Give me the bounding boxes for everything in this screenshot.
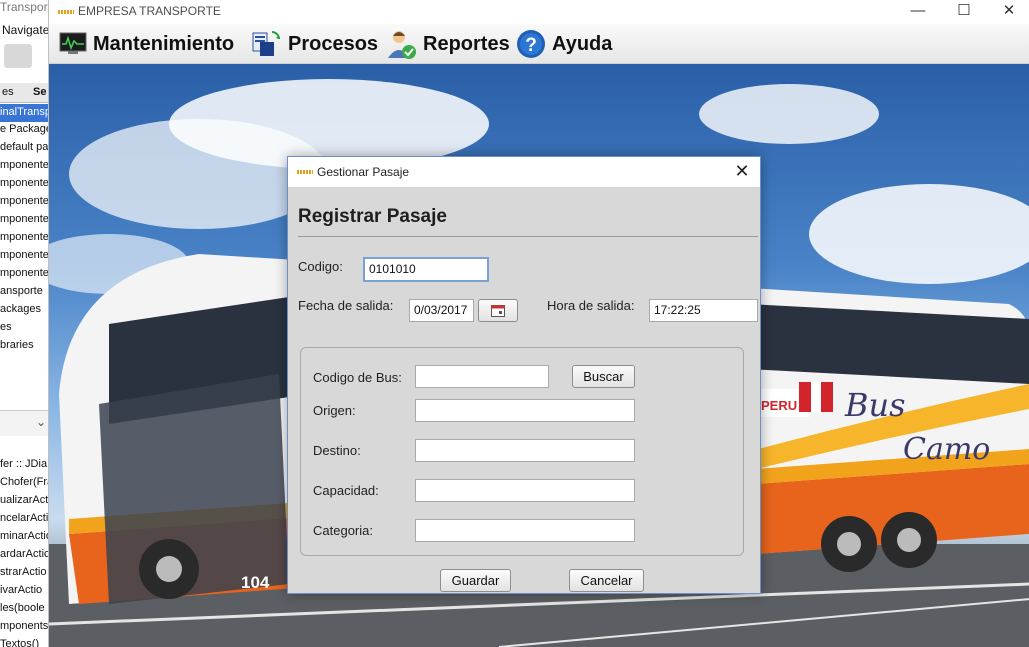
ide-nav-item[interactable]: strarActio (0, 566, 46, 578)
gestionar-pasaje-dialog: Gestionar Pasaje ✕ Registrar Pasaje Codi… (287, 156, 761, 594)
bus-script-2: Camo (903, 432, 991, 467)
dialog-title: Gestionar Pasaje (317, 165, 410, 179)
monitor-icon (59, 32, 87, 54)
close-button[interactable]: ✕ (986, 0, 1029, 24)
ide-tree-item[interactable]: inalTransp (0, 104, 48, 122)
ide-col-2: Se (33, 86, 47, 98)
hora-salida-label: Hora de salida: (547, 298, 635, 313)
ide-nav-item[interactable]: Chofer(Fra (0, 476, 48, 488)
ide-tree-item[interactable]: braries (0, 339, 34, 351)
help-icon: ? (517, 30, 545, 58)
bus-number: 104 (241, 573, 270, 592)
form-heading: Registrar Pasaje (298, 206, 447, 227)
ide-tree-item[interactable]: mponente (0, 159, 48, 171)
ide-menu-navigate[interactable]: Navigate (2, 23, 48, 37)
codigo-label: Codigo: (298, 259, 343, 274)
ide-tree-item[interactable]: mponente (0, 231, 48, 243)
ide-tree-item[interactable]: mponente (0, 195, 48, 207)
ide-tree-item[interactable]: mponente (0, 177, 48, 189)
origen-label: Origen: (313, 403, 356, 418)
ide-tree-item[interactable]: mponente (0, 249, 48, 261)
desktop: Transport Navigate es Se inalTransp e Pa… (0, 0, 1029, 647)
ide-title: Transport (0, 0, 48, 14)
ide-tree-item[interactable]: e Packages (0, 123, 48, 135)
close-icon[interactable]: ✕ (730, 160, 754, 184)
destino-input[interactable] (415, 439, 635, 462)
buscar-button[interactable]: Buscar (572, 365, 635, 388)
categoria-input[interactable] (415, 519, 635, 542)
process-sync-icon (252, 31, 280, 56)
ide-tree-item[interactable]: ansporte (0, 285, 43, 297)
menu-label: Mantenimiento (93, 32, 235, 55)
cancelar-button[interactable]: Cancelar (569, 569, 644, 592)
java-cup-icon (58, 10, 74, 14)
codigo-input[interactable]: 0101010 (363, 257, 489, 282)
ide-nav-item[interactable]: ualizarAct (0, 494, 48, 506)
ide-tree-item[interactable]: mponente (0, 267, 48, 279)
ide-nav-item[interactable]: ardarActio (0, 548, 48, 560)
minimize-button[interactable]: — (895, 0, 941, 24)
ide-tree-item[interactable]: default pa (0, 141, 48, 153)
bus-script-1: Bus (845, 386, 906, 424)
window-title: EMPRESA TRANSPORTE (78, 4, 221, 18)
user-check-icon (388, 31, 416, 59)
ide-toolbar-icon[interactable] (4, 44, 32, 68)
ide-tree-header: es Se (0, 83, 48, 103)
ide-tree-item[interactable]: mponente (0, 213, 48, 225)
menu-label: Ayuda (552, 32, 613, 55)
codigo-bus-label: Codigo de Bus: (313, 370, 402, 385)
java-cup-icon (297, 170, 313, 174)
guardar-button[interactable]: Guardar (440, 569, 511, 592)
ide-col-1: es (2, 86, 14, 98)
ide-background-panel: Transport Navigate es Se inalTransp e Pa… (0, 0, 48, 647)
categoria-label: Categoria: (313, 523, 373, 538)
date-picker-button[interactable] (478, 299, 518, 322)
menu-bar: Mantenimiento Procesos Reportes ? Ayuda (49, 24, 1029, 64)
heading-divider (298, 236, 758, 237)
bus-brand-text: PERU (761, 398, 798, 413)
capacidad-label: Capacidad: (313, 483, 379, 498)
ide-nav-item[interactable]: minarActio (0, 530, 48, 542)
ide-tree-item[interactable]: es (0, 321, 12, 333)
codigo-bus-input[interactable] (415, 365, 549, 388)
hora-salida-input[interactable]: 17:22:25 (649, 299, 758, 322)
menu-label: Reportes (423, 32, 510, 55)
ide-nav-item[interactable]: ivarActio (0, 584, 42, 596)
svg-text:?: ? (525, 35, 537, 56)
fecha-salida-label: Fecha de salida: (298, 298, 394, 313)
menu-mantenimiento[interactable]: Mantenimiento (59, 28, 234, 60)
menu-label: Procesos (288, 32, 379, 55)
capacidad-input[interactable] (415, 479, 635, 502)
calendar-icon (491, 305, 505, 317)
maximize-button[interactable]: ☐ (941, 0, 987, 24)
ide-divider: ⌄ (0, 410, 48, 436)
window-titlebar[interactable]: EMPRESA TRANSPORTE — ☐ ✕ (49, 0, 1029, 24)
menu-ayuda[interactable]: ? Ayuda (516, 28, 612, 60)
ide-tree-item[interactable]: ackages (0, 303, 41, 315)
origen-input[interactable] (415, 399, 635, 422)
menu-procesos[interactable]: Procesos (252, 28, 378, 60)
menu-reportes[interactable]: Reportes (385, 28, 510, 60)
fecha-salida-input[interactable]: 0/03/2017 (409, 299, 474, 322)
dialog-titlebar[interactable]: Gestionar Pasaje ✕ (288, 157, 760, 187)
ide-nav-item[interactable]: fer :: JDia (0, 458, 47, 470)
chevron-down-icon[interactable]: ⌄ (36, 415, 46, 429)
ide-nav-item[interactable]: Textos() (0, 638, 39, 647)
ide-nav-item[interactable]: ncelarActio (0, 512, 48, 524)
ide-nav-item[interactable]: mponents( (0, 620, 48, 632)
destino-label: Destino: (313, 443, 361, 458)
ide-nav-item[interactable]: les(boole (0, 602, 45, 614)
